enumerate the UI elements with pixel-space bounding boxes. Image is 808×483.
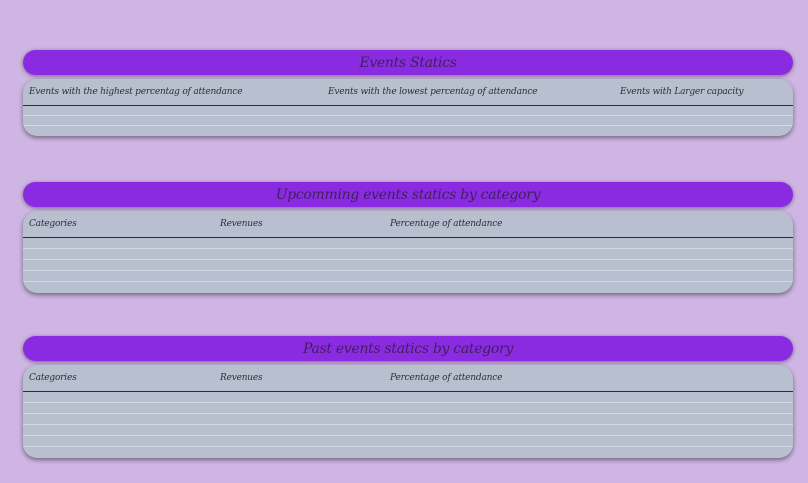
table-row <box>23 414 793 425</box>
events-statics-section: Events Statics Events with the highest p… <box>23 50 793 136</box>
column-header-revenues: Revenues <box>220 219 263 229</box>
column-header-percentage-attendance: Percentage of attendance <box>390 373 503 383</box>
column-header-larger-capacity: Events with Larger capacity <box>620 87 744 97</box>
events-statics-title: Events Statics <box>23 50 793 75</box>
table-row <box>23 106 793 116</box>
table-header: Categories Revenues Percentage of attend… <box>23 365 793 392</box>
upcoming-events-title: Upcomming events statics by category <box>23 182 793 207</box>
past-events-section: Past events statics by category Categori… <box>23 336 793 458</box>
table-row <box>23 260 793 271</box>
past-events-table: Categories Revenues Percentage of attend… <box>23 365 793 458</box>
upcoming-events-section: Upcomming events statics by category Cat… <box>23 182 793 293</box>
events-statics-table: Events with the highest percentag of att… <box>23 79 793 136</box>
table-row <box>23 116 793 126</box>
column-header-revenues: Revenues <box>220 373 263 383</box>
table-row <box>23 282 793 293</box>
table-row <box>23 447 793 458</box>
column-header-categories: Categories <box>29 219 77 229</box>
table-row <box>23 403 793 414</box>
column-header-percentage-attendance: Percentage of attendance <box>390 219 503 229</box>
table-header: Events with the highest percentag of att… <box>23 79 793 106</box>
column-header-categories: Categories <box>29 373 77 383</box>
column-header-highest-attendance: Events with the highest percentag of att… <box>29 87 243 97</box>
table-row <box>23 392 793 403</box>
table-row <box>23 249 793 260</box>
table-row <box>23 126 793 136</box>
past-events-title: Past events statics by category <box>23 336 793 361</box>
table-row <box>23 238 793 249</box>
table-row <box>23 271 793 282</box>
column-header-lowest-attendance: Events with the lowest percentag of atte… <box>328 87 538 97</box>
upcoming-events-table: Categories Revenues Percentage of attend… <box>23 211 793 293</box>
table-row <box>23 436 793 447</box>
table-header: Categories Revenues Percentage of attend… <box>23 211 793 238</box>
table-row <box>23 425 793 436</box>
